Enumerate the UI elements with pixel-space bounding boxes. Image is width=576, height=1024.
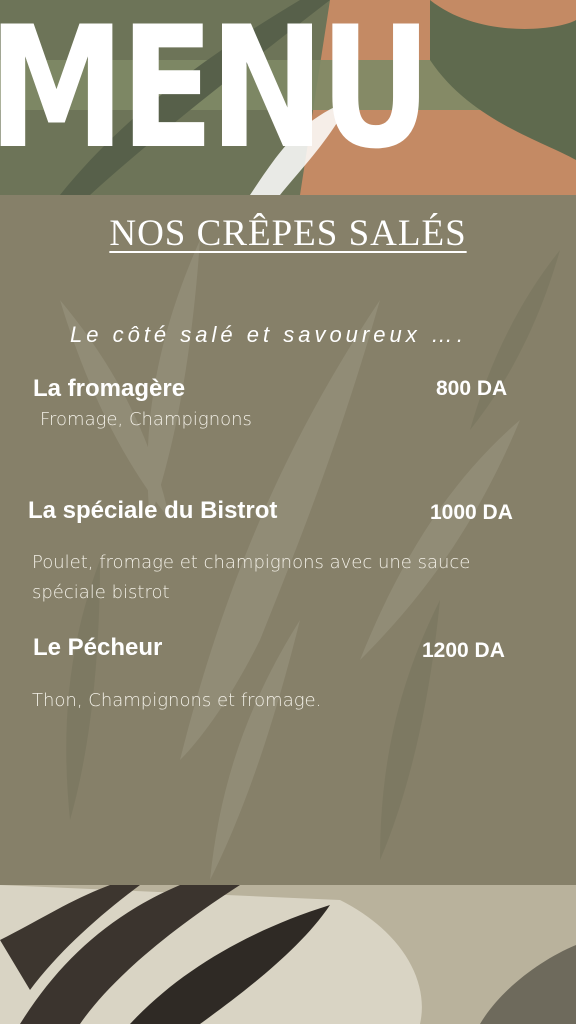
section-title: NOS CRÊPES SALÉS: [0, 212, 576, 255]
menu-item-name: La spéciale du Bistrot: [28, 497, 278, 524]
menu-item-description: Thon, Champignons et fromage.: [32, 690, 322, 711]
section-tagline: Le côté salé et savoureux ….: [70, 322, 467, 347]
menu-item-name: La fromagère: [33, 375, 186, 402]
menu-item-price: 1200 DA: [422, 639, 505, 662]
section-title-text: NOS CRÊPES SALÉS: [109, 213, 467, 254]
menu-item-description: Poulet, fromage et champignons avec une …: [32, 552, 471, 603]
menu-item-price: 1000 DA: [430, 501, 513, 524]
menu-title: MENU: [0, 0, 432, 186]
menu-item-name: Le Pécheur: [33, 634, 163, 661]
menu-item-price: 800 DA: [436, 377, 508, 400]
menu-item-description: Fromage, Champignons: [40, 409, 252, 430]
